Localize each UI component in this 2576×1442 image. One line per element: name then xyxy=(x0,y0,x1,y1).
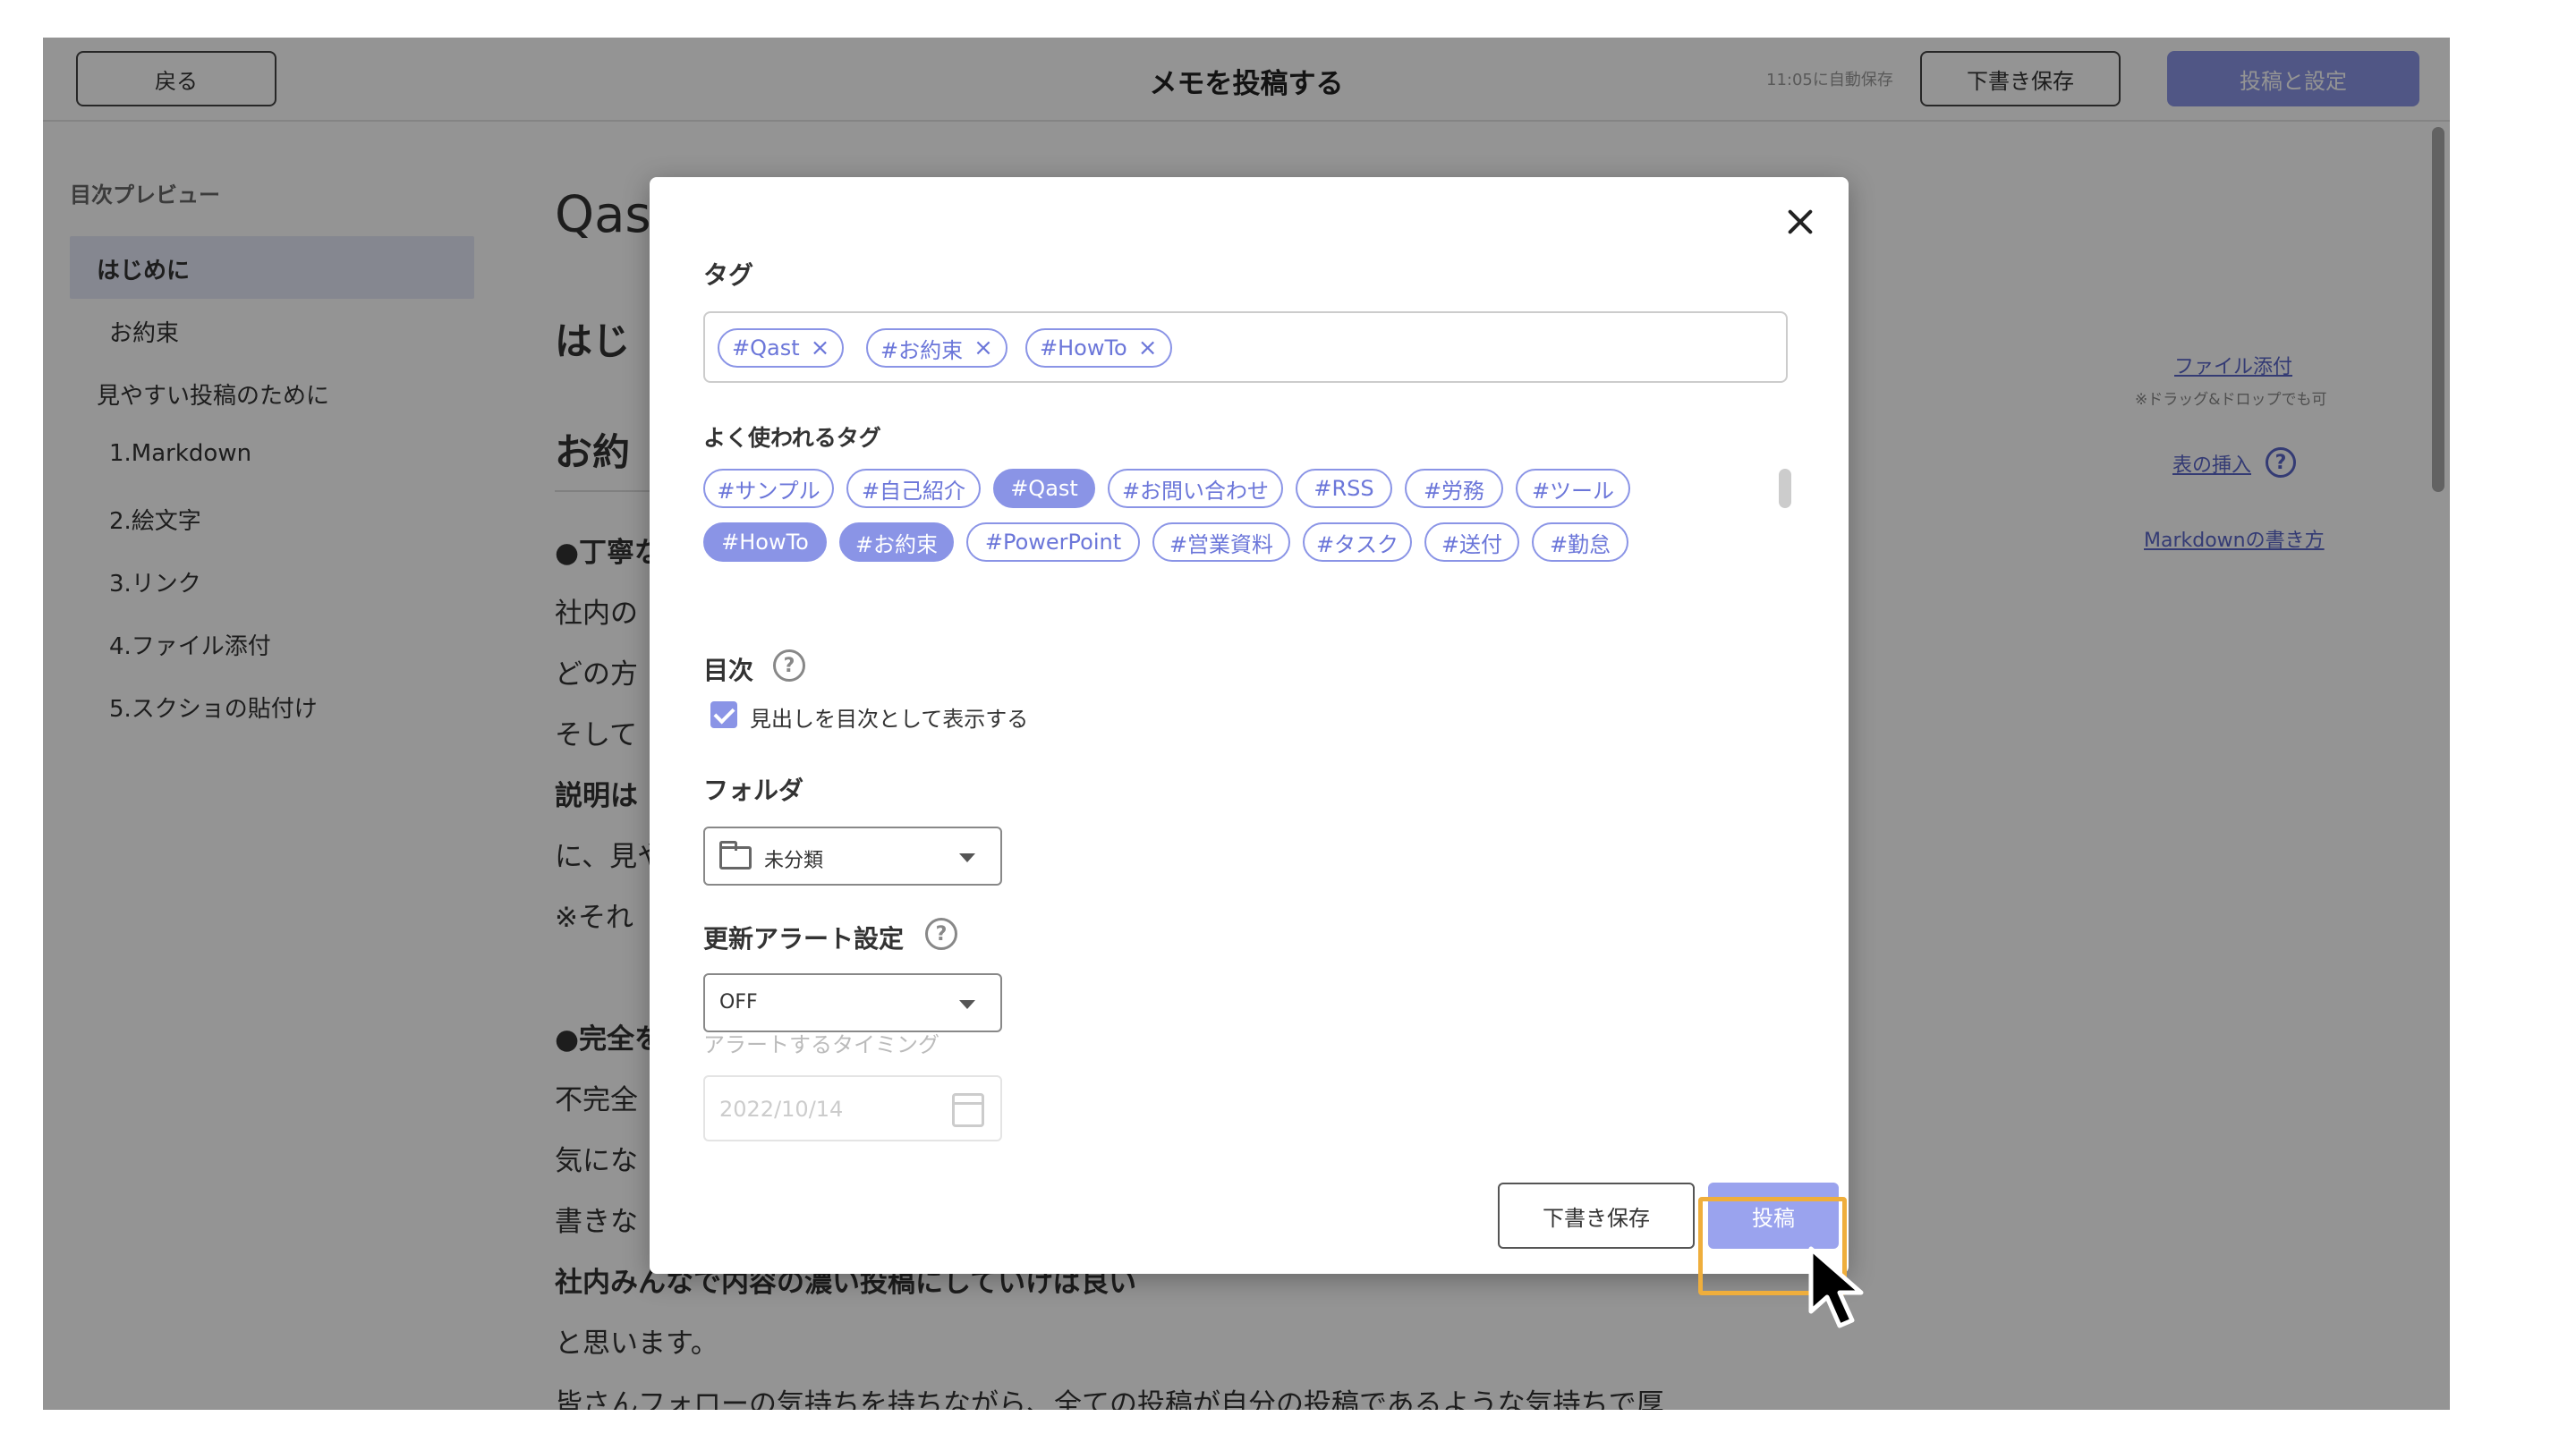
selected-tag-chip: #Qast × xyxy=(718,328,845,368)
selected-tag-chip: #お約束 × xyxy=(866,328,1007,368)
frequent-tag[interactable]: #タスク xyxy=(1303,522,1412,562)
frequent-tag[interactable]: #サンプル xyxy=(703,469,834,508)
folder-select[interactable]: 未分類 xyxy=(703,827,1002,886)
alert-date-input[interactable]: 2022/10/14 xyxy=(703,1075,1002,1141)
toc-checkbox[interactable] xyxy=(710,701,737,728)
tag-input[interactable]: #Qast × #お約束 × #HowTo × xyxy=(703,311,1788,383)
frequent-tags-scrollbar[interactable] xyxy=(1779,469,1791,508)
frequent-tag[interactable]: #お約束 xyxy=(839,522,954,562)
remove-tag-icon[interactable]: × xyxy=(1138,335,1158,361)
update-alert-select[interactable]: OFF xyxy=(703,973,1002,1032)
update-alert-label: 更新アラート設定 xyxy=(703,924,905,954)
frequent-tag[interactable]: #PowerPoint xyxy=(966,522,1140,562)
frequent-tags-list: #サンプル #自己紹介 #Qast #お問い合わせ #RSS #労務 #ツール … xyxy=(703,469,1788,585)
calendar-icon[interactable] xyxy=(952,1093,984,1127)
frequent-tag[interactable]: #自己紹介 xyxy=(846,469,981,508)
remove-tag-icon[interactable]: × xyxy=(811,335,830,361)
toc-setting-label: 目次 xyxy=(703,656,754,685)
frequent-tag[interactable]: #営業資料 xyxy=(1152,522,1290,562)
chevron-down-icon xyxy=(959,1000,975,1009)
chevron-down-icon xyxy=(959,853,975,862)
frequent-tag[interactable]: #送付 xyxy=(1424,522,1519,562)
post-settings-dialog: タグ #Qast × #お約束 × #HowTo × よく使われるタグ #サンプ… xyxy=(650,177,1849,1274)
alert-timing-label: アラートするタイミング xyxy=(703,1032,939,1057)
frequent-tag[interactable]: #HowTo xyxy=(703,522,827,562)
tag-chip-label: #Qast xyxy=(732,335,800,360)
folder-label: フォルダ xyxy=(703,776,804,805)
toc-checkbox-label[interactable]: 見出しを目次として表示する xyxy=(750,701,1028,733)
frequent-tag[interactable]: #RSS xyxy=(1296,469,1392,508)
tag-chip-label: #お約束 xyxy=(880,337,964,363)
help-icon[interactable]: ? xyxy=(773,649,805,682)
folder-select-value: 未分類 xyxy=(764,850,824,872)
alert-date-placeholder: 2022/10/14 xyxy=(719,1097,844,1122)
frequent-tag[interactable]: #労務 xyxy=(1405,469,1503,508)
frequent-tag[interactable]: #お問い合わせ xyxy=(1108,469,1283,508)
folder-icon xyxy=(719,841,752,869)
cursor-pointer-icon xyxy=(1808,1246,1864,1328)
remove-tag-icon[interactable]: × xyxy=(973,335,993,361)
tag-chip-label: #HowTo xyxy=(1040,335,1127,360)
close-icon[interactable] xyxy=(1782,204,1818,240)
update-alert-value: OFF xyxy=(719,991,758,1014)
frequent-tags-label: よく使われるタグ xyxy=(703,425,881,451)
frequent-tag[interactable]: #勤怠 xyxy=(1532,522,1628,562)
frequent-tag[interactable]: #ツール xyxy=(1516,469,1630,508)
help-icon[interactable]: ? xyxy=(925,918,957,950)
app-window: 戻る メモを投稿する 11:05に自動保存 下書き保存 投稿と設定 目次プレビュ… xyxy=(43,38,2450,1410)
tags-label: タグ xyxy=(703,260,754,290)
frequent-tag[interactable]: #Qast xyxy=(993,469,1095,508)
modal-draft-button[interactable]: 下書き保存 xyxy=(1498,1183,1695,1249)
selected-tag-chip: #HowTo × xyxy=(1025,328,1172,368)
